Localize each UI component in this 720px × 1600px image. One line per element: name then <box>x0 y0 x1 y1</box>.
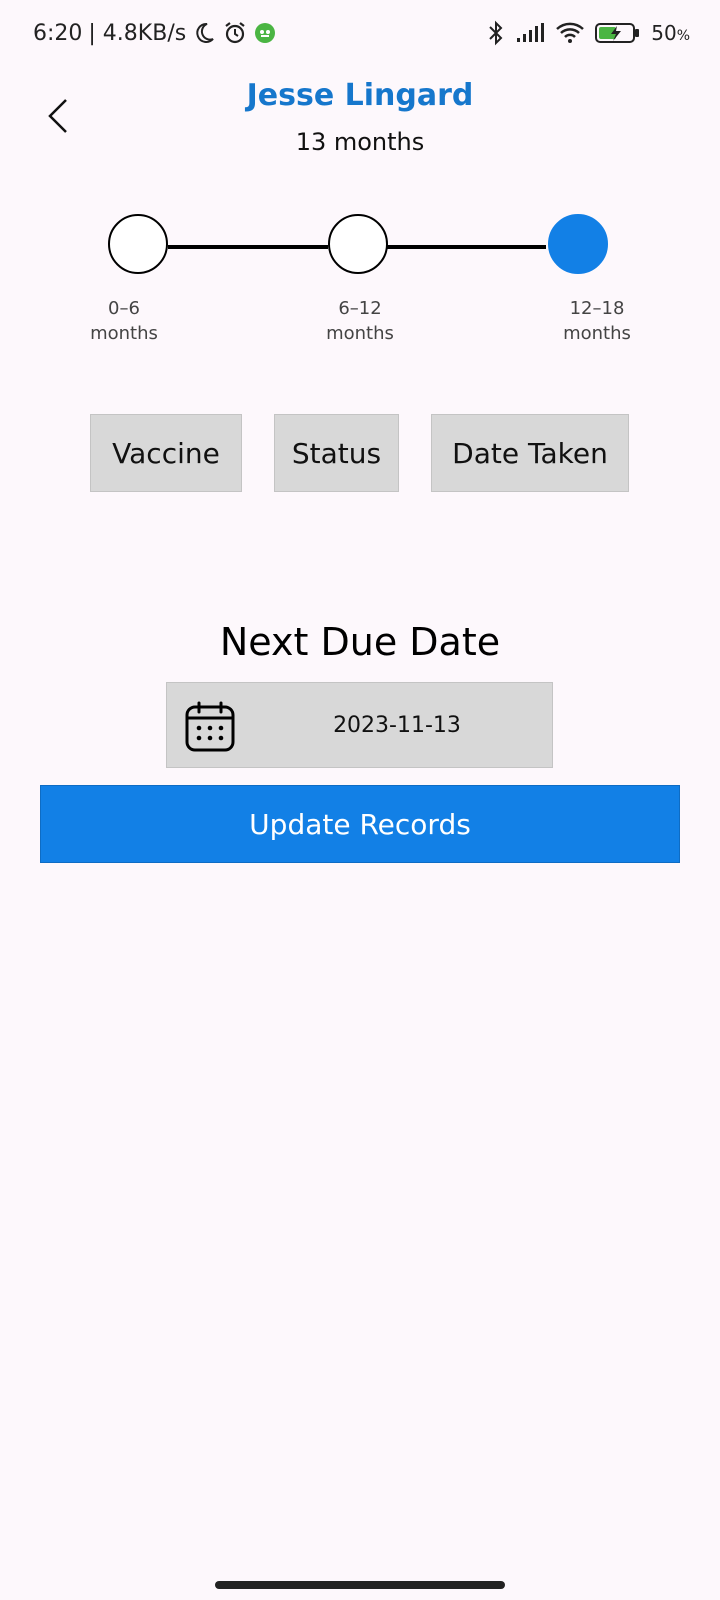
network-speed: | 4.8KB/s <box>88 20 187 46</box>
next-due-date-title: Next Due Date <box>219 620 501 664</box>
signal-icon <box>515 22 545 44</box>
step-circle-6-12[interactable] <box>328 214 388 274</box>
app-notification-icon <box>254 22 276 44</box>
stepper-connector <box>386 245 546 249</box>
bluetooth-icon <box>487 20 505 46</box>
moon-icon <box>192 21 216 45</box>
step-label-6-12: 6–12 months <box>300 296 420 346</box>
status-left: 6:20 | 4.8KB/s <box>33 20 276 46</box>
status-bar: 6:20 | 4.8KB/s 50% <box>0 0 720 70</box>
calendar-icon <box>184 701 236 753</box>
next-due-date-value: 2023-11-13 <box>333 712 461 738</box>
step-range: 0–6 <box>108 298 140 319</box>
step-circle-12-18[interactable] <box>548 214 608 274</box>
vaccine-column-header[interactable]: Vaccine <box>90 414 242 492</box>
alarm-icon <box>222 20 248 46</box>
child-name: Jesse Lingard <box>246 78 474 113</box>
age-range-stepper: 0–6 months 6–12 months 12–18 months <box>0 200 720 360</box>
step-range: 12–18 <box>569 298 625 319</box>
battery-charging-icon <box>595 21 641 45</box>
status-column-header[interactable]: Status <box>274 414 399 492</box>
step-label-12-18: 12–18 months <box>537 296 657 346</box>
next-due-date-picker[interactable]: 2023-11-13 <box>166 682 553 768</box>
clock: 6:20 <box>33 20 83 46</box>
wifi-icon <box>555 21 585 45</box>
step-unit: months <box>563 323 631 344</box>
home-indicator[interactable] <box>215 1581 505 1589</box>
stepper-connector <box>168 245 328 249</box>
step-label-0-6: 0–6 months <box>64 296 184 346</box>
step-unit: months <box>326 323 394 344</box>
step-unit: months <box>90 323 158 344</box>
battery-percent: 50% <box>651 21 690 45</box>
child-age: 13 months <box>295 128 425 156</box>
date-taken-column-header[interactable]: Date Taken <box>431 414 629 492</box>
step-range: 6–12 <box>338 298 382 319</box>
status-right: 50% <box>487 20 690 46</box>
update-records-button[interactable]: Update Records <box>40 785 680 863</box>
step-circle-0-6[interactable] <box>108 214 168 274</box>
